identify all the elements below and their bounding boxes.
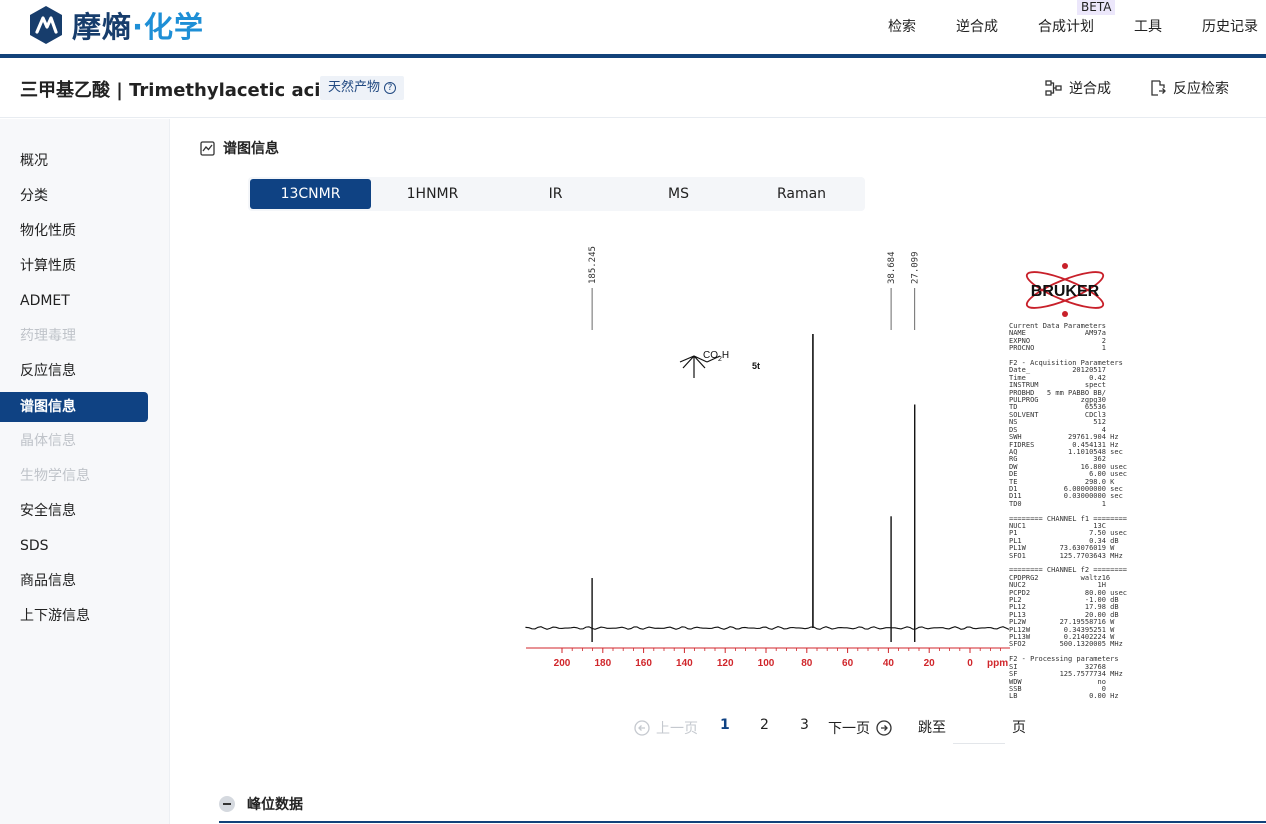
section-sidebar: 概况 分类 物化性质 计算性质 ADMET 药理毒理 反应信息 谱图信息 晶体信… [0,119,170,824]
sidebar-item-products[interactable]: 商品信息 [0,566,148,596]
nav-tools[interactable]: 工具 [1134,16,1162,36]
sidebar-item-crystal: 晶体信息 [20,433,76,449]
axis-tick-label: 140 [676,658,693,669]
arrow-left-circle-icon [634,720,650,736]
page-3-button[interactable]: 3 [800,717,809,733]
spectra-section-title: 谱图信息 [223,141,279,157]
axis-tick-label: 100 [758,658,775,669]
spectrum-type-tabs: 13CNMR 1HNMR IR MS Raman [248,177,865,211]
retrosynthesis-button[interactable]: 逆合成 [1045,78,1111,98]
arrow-right-circle-icon [876,720,892,736]
peak-lines [591,334,916,642]
tab-1hnmr[interactable]: 1HNMR [372,179,493,209]
retrosynthesis-label: 逆合成 [1069,81,1111,97]
top-navigation-bar: 摩熵·化学 检索 逆合成 合成计划 BETA 工具 历史记录 [0,0,1266,54]
tab-ms[interactable]: MS [618,179,739,209]
axis-tick-label: 0 [967,658,973,669]
reaction-search-icon [1151,80,1166,96]
ppm-axis-ticks: 200 180 160 140 120 100 80 60 40 20 0 [554,648,1002,669]
peak-label: 185.245 [588,246,598,284]
sidebar-item-pharmacology: 药理毒理 [20,328,76,344]
spectra-section-header: 谱图信息 [200,138,279,158]
tab-raman[interactable]: Raman [741,179,862,209]
bruker-logo-text: BRUKER [1031,283,1100,300]
acquisition-parameters: Current Data Parameters NAME AM97a EXPNO… [1009,322,1128,701]
beta-badge: BETA [1077,0,1116,15]
bruker-logo: BRUKER [1025,263,1105,317]
peak-label: 38.684 [887,251,897,284]
brand-name-main: 摩熵 [72,10,133,44]
axis-tick-label: 120 [717,658,734,669]
peak-labels: 185.245 38.684 27.099 [588,246,921,330]
compound-header: 三甲基乙酸 | Trimethylacetic acid 天然产物? 逆合成 反… [0,58,1266,118]
structure-formula: CO2H [703,350,729,363]
page-1-button[interactable]: 1 [720,717,730,733]
sidebar-item-admet[interactable]: ADMET [0,286,148,316]
sidebar-item-computed[interactable]: 计算性质 [0,251,148,281]
axis-tick-label: 80 [801,658,813,669]
ppm-axis-unit: ppm [987,658,1008,669]
sidebar-item-spectra[interactable]: 谱图信息 [0,392,148,422]
axis-tick-label: 40 [883,658,895,669]
sidebar-item-reactions[interactable]: 反应信息 [0,356,148,386]
axis-tick-label: 20 [924,658,936,669]
prev-page-label: 上一页 [656,721,698,737]
jump-page-suffix: 页 [1012,720,1026,736]
peak-data-header[interactable]: 峰位数据 [219,794,303,814]
sidebar-item-classification[interactable]: 分类 [0,181,148,211]
brand-name: 摩熵·化学 [72,4,204,46]
nav-history[interactable]: 历史记录 [1202,16,1258,36]
reaction-search-button[interactable]: 反应检索 [1150,78,1229,98]
help-icon[interactable]: ? [384,82,397,94]
sidebar-item-biology: 生物学信息 [20,468,90,484]
jump-to-label: 跳至 [918,720,946,736]
page-title: 三甲基乙酸 | Trimethylacetic acid [20,80,334,101]
brand-name-accent: 化学 [144,10,205,44]
natural-product-badge[interactable]: 天然产物? [320,76,405,100]
tab-13cnmr[interactable]: 13CNMR [250,179,371,209]
spectrum-baseline [525,626,1010,630]
prev-page-button[interactable]: 上一页 [634,718,698,738]
chemical-structure: CO2H 5t [679,350,760,378]
nav-search[interactable]: 检索 [888,16,916,36]
sidebar-item-physchem[interactable]: 物化性质 [0,216,148,246]
site-logo[interactable]: 摩熵·化学 [28,4,204,46]
nav-retrosynthesis[interactable]: 逆合成 [956,16,998,36]
axis-tick-label: 160 [635,658,652,669]
axis-tick-label: 180 [594,658,611,669]
sidebar-item-sds[interactable]: SDS [0,531,148,561]
axis-tick-label: 200 [554,658,571,669]
natural-product-label: 天然产物 [328,80,381,95]
retrosynthesis-icon [1045,80,1062,96]
reaction-search-label: 反应检索 [1173,81,1229,97]
next-page-label: 下一页 [828,721,870,737]
page-2-button[interactable]: 2 [760,717,769,733]
tab-ir[interactable]: IR [495,179,616,209]
collapse-icon[interactable] [219,796,235,812]
jump-page-input[interactable] [953,712,1005,744]
nav-synthesis-plan[interactable]: 合成计划 [1038,16,1094,36]
sidebar-item-safety[interactable]: 安全信息 [0,496,148,526]
next-page-button[interactable]: 下一页 [828,718,892,738]
spectrum-chart-icon [200,140,215,156]
peak-data-divider [219,821,1266,823]
peak-label: 27.099 [911,251,921,284]
logo-hexagon-icon [30,6,62,44]
sidebar-item-overview[interactable]: 概况 [0,146,148,176]
compound-code: 5t [752,361,760,371]
brand-name-dot: · [132,10,145,44]
peak-data-title: 峰位数据 [247,797,303,813]
axis-tick-label: 60 [842,658,854,669]
sidebar-item-up-downstream[interactable]: 上下游信息 [0,601,148,631]
